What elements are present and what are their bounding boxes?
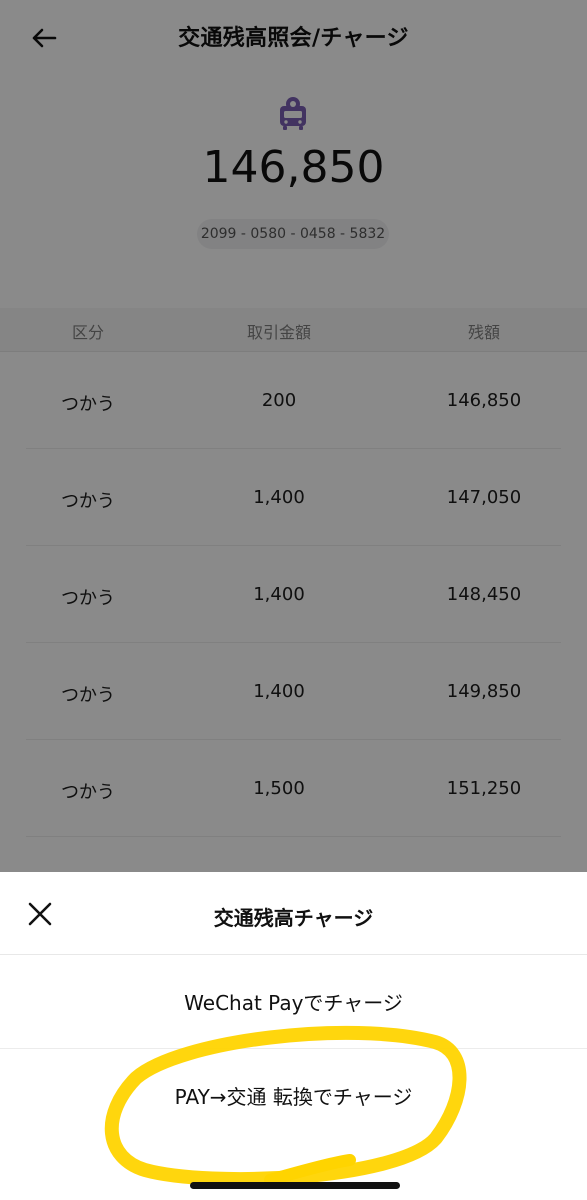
screen: 交通残高照会/チャージ 146,850 2099 - 0580 - 0458 -… — [0, 0, 587, 1200]
wechat-pay-charge-button[interactable]: WeChat Payでチャージ — [0, 954, 587, 1049]
charge-bottom-sheet: 交通残高チャージ WeChat Payでチャージ PAY→交通 転換でチャージ — [0, 872, 587, 1200]
modal-backdrop[interactable] — [0, 0, 587, 872]
home-indicator[interactable] — [190, 1182, 400, 1189]
sheet-header: 交通残高チャージ — [0, 872, 587, 955]
sheet-title: 交通残高チャージ — [213, 906, 374, 930]
pay-to-transit-charge-button[interactable]: PAY→交通 転換でチャージ — [0, 1048, 587, 1142]
